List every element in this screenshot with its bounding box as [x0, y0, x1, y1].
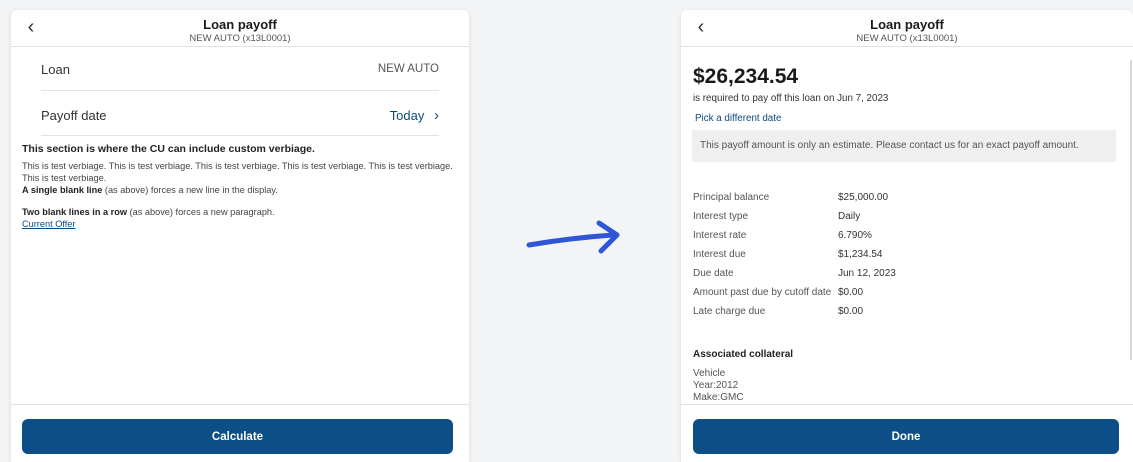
- payoff-required-text: is required to pay off this loan on Jun …: [693, 93, 889, 104]
- current-offer-link[interactable]: Current Offer: [22, 219, 75, 229]
- custom-line-bold: A single blank line: [22, 185, 103, 195]
- detail-value: $0.00: [838, 306, 864, 317]
- detail-row: Late charge due $0.00: [693, 302, 896, 321]
- detail-label: Interest due: [693, 249, 746, 260]
- payoff-date-selector[interactable]: Today ›: [390, 107, 439, 124]
- payoff-date-row[interactable]: Payoff date Today ›: [41, 104, 439, 126]
- detail-row: Interest due $1,234.54: [693, 245, 896, 264]
- calculate-button[interactable]: Calculate: [22, 419, 453, 454]
- detail-value: Daily: [838, 211, 861, 222]
- flow-arrow-icon: [526, 220, 620, 254]
- scrollbar[interactable]: [1130, 60, 1132, 360]
- collateral-details: Vehicle Year:2012 Make:GMC: [693, 368, 744, 404]
- collateral-line: Make:GMC: [693, 392, 744, 403]
- detail-row: Principal balance $25,000.00: [693, 188, 896, 207]
- loan-payoff-result-screen: ‹ Loan payoff NEW AUTO (x13L0001) $26,23…: [681, 10, 1133, 462]
- payoff-date-value: Today: [389, 107, 425, 123]
- done-button[interactable]: Done: [693, 419, 1119, 454]
- collateral-line: Year:2012: [693, 380, 739, 391]
- screen-header: ‹ Loan payoff NEW AUTO (x13L0001): [11, 10, 469, 47]
- detail-row: Interest rate 6.790%: [693, 226, 896, 245]
- back-icon[interactable]: ‹: [689, 16, 713, 40]
- estimate-notice: This payoff amount is only an estimate. …: [692, 130, 1116, 162]
- loan-row: Loan NEW AUTO: [41, 58, 439, 80]
- custom-line-bold: Two blank lines in a row: [22, 207, 127, 217]
- divider: [41, 90, 439, 91]
- detail-label: Late charge due: [693, 306, 766, 317]
- collateral-line: Vehicle: [693, 368, 726, 379]
- detail-row: Interest type Daily: [693, 207, 896, 226]
- detail-label: Due date: [693, 268, 734, 279]
- custom-line-text: (as above) forces a new paragraph.: [127, 207, 275, 217]
- detail-value: $25,000.00: [838, 192, 889, 203]
- payoff-date-label: Payoff date: [41, 107, 107, 123]
- page-title: Loan payoff: [203, 17, 277, 32]
- custom-verbiage-section: This section is where the CU can include…: [22, 143, 457, 230]
- page-subtitle: NEW AUTO (x13L0001): [189, 33, 291, 44]
- loan-payoff-form-screen: ‹ Loan payoff NEW AUTO (x13L0001) Loan N…: [11, 10, 469, 462]
- pick-different-date-link[interactable]: Pick a different date: [695, 113, 781, 124]
- detail-label: Interest rate: [693, 230, 747, 241]
- back-icon[interactable]: ‹: [19, 16, 43, 40]
- loan-label: Loan: [41, 61, 70, 77]
- divider: [41, 135, 439, 136]
- payoff-amount: $26,234.54: [693, 65, 799, 88]
- custom-line: Two blank lines in a row (as above) forc…: [22, 206, 457, 218]
- collateral-heading: Associated collateral: [693, 349, 794, 360]
- chevron-right-icon: ›: [434, 106, 439, 124]
- detail-value: $0.00: [838, 287, 864, 298]
- footer: Calculate: [11, 404, 469, 462]
- detail-label: Interest type: [693, 211, 749, 222]
- custom-section-heading: This section is where the CU can include…: [22, 143, 315, 155]
- screen-header: ‹ Loan payoff NEW AUTO (x13L0001): [681, 10, 1133, 47]
- loan-value: NEW AUTO: [377, 63, 439, 75]
- loan-details-list: Principal balance $25,000.00 Interest typ…: [693, 188, 896, 321]
- page-title: Loan payoff: [870, 17, 944, 32]
- detail-row: Amount past due by cutoff date $0.00: [693, 283, 896, 302]
- page-subtitle: NEW AUTO (x13L0001): [856, 33, 958, 44]
- custom-line-text: (as above) forces a new line in the disp…: [102, 185, 278, 195]
- custom-paragraph: This is test verbiage. This is test verb…: [22, 161, 453, 183]
- detail-row: Due date Jun 12, 2023: [693, 264, 896, 283]
- custom-line: A single blank line (as above) forces a …: [22, 184, 457, 196]
- detail-value: Jun 12, 2023: [838, 268, 896, 279]
- detail-value: 6.790%: [838, 230, 872, 241]
- detail-label: Principal balance: [693, 192, 770, 203]
- detail-value: $1,234.54: [838, 249, 883, 260]
- detail-label: Amount past due by cutoff date: [693, 287, 832, 298]
- footer: Done: [681, 404, 1133, 462]
